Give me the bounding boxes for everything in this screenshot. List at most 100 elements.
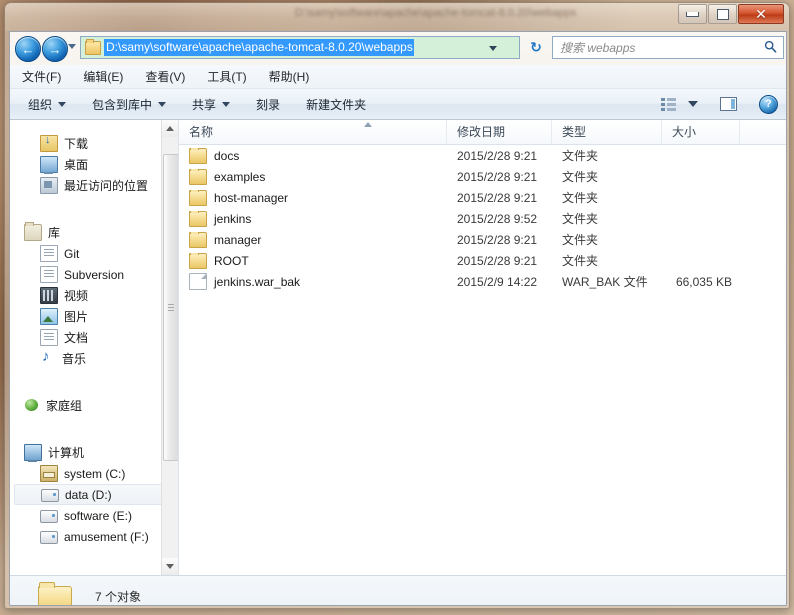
file-name-cell: host-manager [179,189,447,206]
toolbar-organize[interactable]: 组织 [28,96,67,113]
file-name-text: examples [214,169,266,184]
file-name-text: ROOT [214,253,249,268]
sidebar-item-data-d[interactable]: data (D:) [14,484,172,505]
sidebar-item-desktop[interactable]: 桌面 [10,154,178,175]
back-button[interactable]: ← [15,36,41,62]
toolbar-include-in-library[interactable]: 包含到库中 [92,96,167,113]
table-row[interactable]: docs 2015/2/28 9:21 文件夹 [179,145,786,166]
column-header-size[interactable]: 大小 [662,120,740,144]
recent-places-icon [40,177,58,194]
table-row[interactable]: jenkins 2015/2/28 9:52 文件夹 [179,208,786,229]
sidebar-item-music[interactable]: 音乐 [10,348,178,369]
file-name-text: manager [214,232,262,247]
toolbar-share[interactable]: 共享 [192,96,231,113]
sidebar-item-computer[interactable]: 计算机 [10,442,178,463]
menu-item-view[interactable]: 查看(V) [145,68,185,85]
video-icon [40,287,58,304]
column-header-date-modified[interactable]: 修改日期 [447,120,552,144]
menu-item-edit[interactable]: 编辑(E) [83,68,123,85]
table-row[interactable]: host-manager 2015/2/28 9:21 文件夹 [179,187,786,208]
folder-icon [85,38,101,55]
window-title-bar[interactable]: D:\samy\software\apache\apache-tomcat-8.… [5,3,789,31]
sidebar-item-software-e[interactable]: software (E:) [10,505,178,526]
forward-button[interactable]: → [42,36,68,62]
toolbar-share-label: 共享 [192,97,217,112]
sidebar-item-label: system (C:) [64,466,126,481]
table-row[interactable]: jenkins.war_bak 2015/2/9 14:22 WAR_BAK 文… [179,271,786,292]
sidebar-item-label: 桌面 [64,158,89,172]
chevron-down-icon[interactable] [489,46,497,51]
menu-item-tools[interactable]: 工具(T) [207,68,246,85]
sidebar-item-git[interactable]: Git [10,243,178,264]
sidebar-item-libraries[interactable]: 库 [10,222,178,243]
toolbar-right-group: ? [661,89,778,119]
nav-group-computer: 计算机 system (C:) data (D:) software (E:) [10,416,178,547]
desktop-icon [40,156,58,174]
forward-arrow-icon: → [48,41,62,57]
library-icon [24,222,42,241]
maximize-icon [716,8,729,20]
refresh-button[interactable]: ↻ [524,36,548,59]
sidebar-item-videos[interactable]: 视频 [10,285,178,306]
chevron-down-icon [222,101,231,107]
download-icon [40,134,58,152]
sidebar-item-pictures[interactable]: 图片 [10,306,178,327]
table-row[interactable]: examples 2015/2/28 9:21 文件夹 [179,166,786,187]
sidebar-item-downloads[interactable]: 下载 [10,133,178,154]
maximize-button[interactable] [708,4,737,24]
scroll-up-button[interactable] [162,120,178,137]
explorer-window: D:\samy\software\apache\apache-tomcat-8.… [4,2,790,609]
music-icon [40,348,56,366]
sidebar-item-system-c[interactable]: system (C:) [10,463,178,484]
file-type-cell: 文件夹 [562,191,599,205]
address-input[interactable]: D:\samy\software\apache\apache-tomcat-8.… [80,36,520,59]
toolbar-new-folder[interactable]: 新建文件夹 [306,96,366,113]
toolbar-burn[interactable]: 刻录 [256,96,280,113]
sidebar-item-label: Git [64,246,80,261]
navigation-pane-scrollbar[interactable] [161,120,178,575]
recent-pages-dropdown-icon[interactable] [68,44,76,49]
sidebar-item-label: 下载 [64,137,89,151]
window-title: D:\samy\software\apache\apache-tomcat-8.… [295,7,577,19]
status-bar: 7 个对象 [10,575,786,605]
close-button[interactable]: ✕ [738,4,784,24]
file-name-cell: ROOT [179,252,447,269]
back-arrow-icon: ← [21,41,35,57]
menu-item-file[interactable]: 文件(F) [22,68,61,85]
file-date-cell: 2015/2/28 9:21 [457,169,538,184]
file-name-text: docs [214,148,240,163]
sidebar-item-recent-places[interactable]: 最近访问的位置 [10,175,178,196]
folder-icon [189,168,207,185]
minimize-button[interactable] [678,4,707,24]
drive-icon [40,531,58,544]
system-drive-icon [40,465,58,482]
sidebar-item-documents[interactable]: 文档 [10,327,178,348]
scrollbar-thumb[interactable] [163,154,178,461]
search-placeholder: 搜索 webapps [560,41,636,55]
file-date-cell: 2015/2/28 9:21 [457,190,538,205]
column-header-name[interactable]: 名称 [179,120,447,144]
toolbar-organize-label: 组织 [28,97,53,112]
sidebar-item-subversion[interactable]: Subversion [10,264,178,285]
help-icon[interactable]: ? [759,94,778,114]
nav-group-libraries: 库 Git Subversion 视频 图片 文档 ♪ 音乐 [10,196,178,369]
file-type-cell: 文件夹 [562,149,599,163]
status-item-count: 7 个对象 [95,590,142,604]
column-header-type[interactable]: 类型 [552,120,662,144]
menu-item-help[interactable]: 帮助(H) [269,68,310,85]
sidebar-item-amusement-f[interactable]: amusement (F:) [10,526,178,547]
change-view-icon[interactable] [661,97,676,111]
chevron-down-icon[interactable] [688,101,698,107]
address-bar-row: ← → D:\samy\software\apache\apache-tomca… [10,32,786,65]
search-input[interactable]: 搜索 webapps [552,36,784,59]
sidebar-item-label: 视频 [64,289,89,303]
preview-pane-icon[interactable] [720,97,737,111]
file-date-cell: 2015/2/28 9:52 [457,211,538,226]
sidebar-item-label: software (E:) [64,508,133,523]
sidebar-item-homegroup[interactable]: 家庭组 [10,395,178,416]
table-row[interactable]: manager 2015/2/28 9:21 文件夹 [179,229,786,250]
table-row[interactable]: ROOT 2015/2/28 9:21 文件夹 [179,250,786,271]
scroll-down-button[interactable] [162,558,178,575]
file-type-cell: 文件夹 [562,254,599,268]
